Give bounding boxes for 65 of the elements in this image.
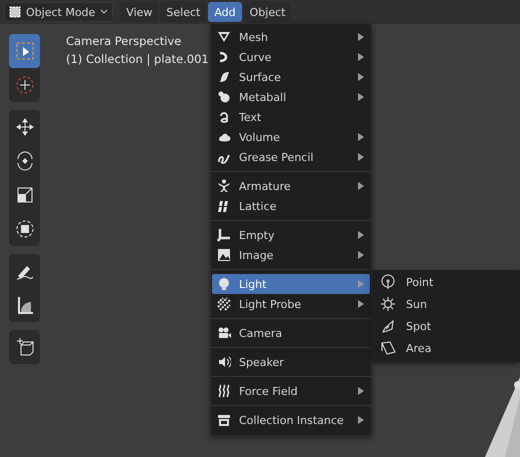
stripes-icon bbox=[217, 297, 231, 311]
move-icon bbox=[14, 116, 36, 138]
submenu-arrow-icon bbox=[358, 153, 364, 161]
menu-item[interactable]: Spot bbox=[372, 315, 520, 337]
figure-icon bbox=[217, 179, 231, 193]
menu-item[interactable]: Text bbox=[212, 107, 370, 127]
menu-tab[interactable]: View bbox=[120, 2, 158, 22]
point-light-icon bbox=[380, 274, 396, 290]
mode-dropdown[interactable]: Object Mode bbox=[4, 2, 114, 22]
menu-tab[interactable]: Add bbox=[208, 2, 242, 22]
view-title: Camera Perspective bbox=[66, 34, 182, 48]
metaball-icon bbox=[217, 90, 231, 104]
cursor-icon bbox=[14, 74, 36, 96]
submenu-arrow-icon bbox=[358, 387, 364, 395]
camera-icon bbox=[217, 326, 231, 340]
surface-icon bbox=[217, 70, 231, 84]
submenu-arrow-icon bbox=[358, 133, 364, 141]
menu-item[interactable]: Point bbox=[372, 271, 520, 293]
select-box-icon bbox=[14, 40, 36, 62]
menu-item[interactable]: Force Field bbox=[212, 381, 370, 401]
box-icon bbox=[217, 413, 231, 427]
object-mode-icon bbox=[9, 6, 21, 18]
menu-item[interactable]: Sun bbox=[372, 293, 520, 315]
submenu-arrow-icon bbox=[358, 231, 364, 239]
menu-item[interactable]: Metaball bbox=[212, 87, 370, 107]
submenu-arrow-icon bbox=[358, 53, 364, 61]
area-light-icon bbox=[380, 340, 396, 356]
menu-item[interactable]: Volume bbox=[212, 127, 370, 147]
spot-light-icon bbox=[380, 318, 396, 334]
menu-item[interactable]: Empty bbox=[212, 225, 370, 245]
submenu-arrow-icon bbox=[358, 280, 364, 288]
menu-tab[interactable]: Select bbox=[160, 2, 206, 22]
submenu-arrow-icon bbox=[358, 73, 364, 81]
submenu-arrow-icon bbox=[358, 182, 364, 190]
collection-label: (1) Collection | plate.001 bbox=[66, 52, 209, 66]
menu-item[interactable]: Light Probe bbox=[212, 294, 370, 314]
sun-icon bbox=[380, 296, 396, 312]
image-icon bbox=[217, 248, 231, 262]
submenu-arrow-icon bbox=[358, 93, 364, 101]
menu-item[interactable]: Speaker bbox=[212, 352, 370, 372]
menu-item[interactable]: Light bbox=[212, 274, 370, 294]
menu-item[interactable]: Lattice bbox=[212, 196, 370, 216]
menu-item[interactable]: Armature bbox=[212, 176, 370, 196]
transform-icon bbox=[14, 218, 36, 240]
waves-icon bbox=[217, 384, 231, 398]
menu-item[interactable]: Collection Instance bbox=[212, 410, 370, 430]
menu-item[interactable]: Image bbox=[212, 245, 370, 265]
chevron-down-icon bbox=[100, 9, 108, 15]
speaker-icon bbox=[217, 355, 231, 369]
submenu-arrow-icon bbox=[358, 33, 364, 41]
grid-icon bbox=[217, 199, 231, 213]
bulb-icon bbox=[217, 277, 231, 291]
menu-item[interactable]: Curve bbox=[212, 47, 370, 67]
menu-item[interactable]: Grease Pencil bbox=[212, 147, 370, 167]
menu-item[interactable]: Surface bbox=[212, 67, 370, 87]
submenu-arrow-icon bbox=[358, 300, 364, 308]
submenu-arrow-icon bbox=[358, 251, 364, 259]
submenu-arrow-icon bbox=[358, 416, 364, 424]
triangle-icon bbox=[217, 30, 231, 44]
menu-item[interactable]: Camera bbox=[212, 323, 370, 343]
menu-item[interactable]: Mesh bbox=[212, 27, 370, 47]
letter-icon bbox=[217, 110, 231, 124]
menu-tab[interactable]: Object bbox=[244, 2, 292, 22]
menu-item[interactable]: Area bbox=[372, 337, 520, 359]
tool-button[interactable] bbox=[9, 34, 40, 68]
